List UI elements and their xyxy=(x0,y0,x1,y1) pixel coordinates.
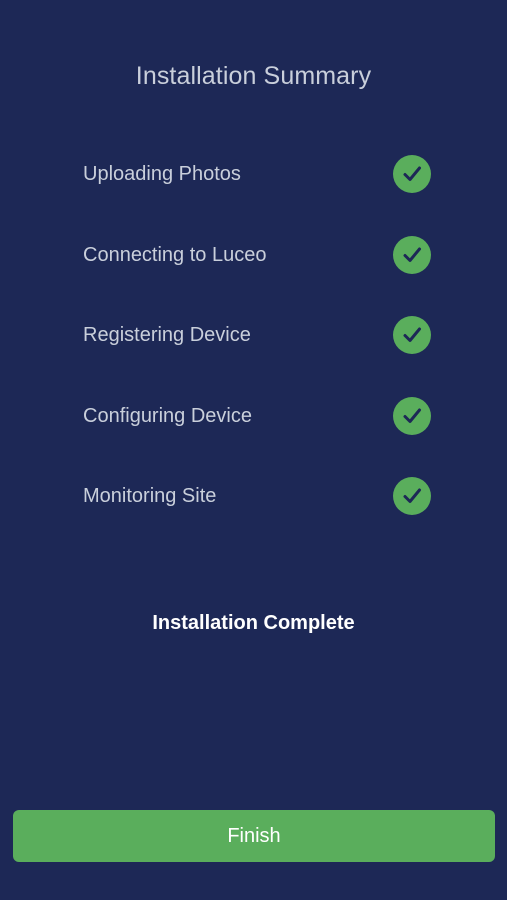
step-label: Connecting to Luceo xyxy=(83,243,267,266)
step-item: Connecting to Luceo xyxy=(83,235,431,275)
step-item: Uploading Photos xyxy=(83,154,431,194)
check-icon xyxy=(393,477,431,515)
step-item: Configuring Device xyxy=(83,396,431,436)
step-item: Registering Device xyxy=(83,315,431,355)
finish-button[interactable]: Finish xyxy=(13,810,495,862)
step-label: Configuring Device xyxy=(83,404,252,427)
step-item: Monitoring Site xyxy=(83,476,431,516)
check-icon xyxy=(393,316,431,354)
step-label: Uploading Photos xyxy=(83,163,241,185)
check-icon xyxy=(393,235,431,274)
check-icon xyxy=(393,396,431,435)
step-label: Monitoring Site xyxy=(83,485,217,507)
check-icon xyxy=(393,155,431,193)
page-title: Installation Summary xyxy=(135,62,372,90)
step-label: Registering Device xyxy=(83,324,251,346)
step-list: Uploading Photos Connecting to Luceo Reg… xyxy=(83,154,431,557)
installation-complete-status: Installation Complete xyxy=(152,612,355,634)
